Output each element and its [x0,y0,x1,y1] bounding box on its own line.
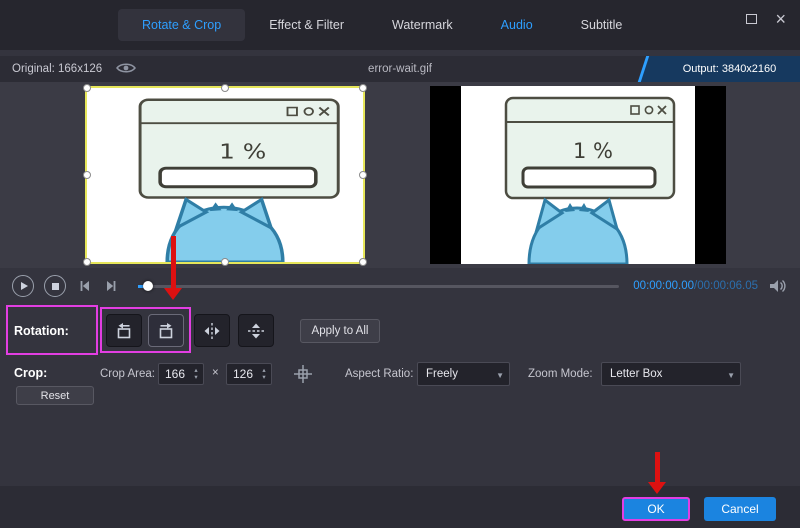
window-controls: × [746,12,786,26]
crop-preview-pane[interactable]: 1 % [85,86,365,264]
zoom-mode-value: Letter Box [610,368,662,380]
stepper-up-icon[interactable]: ▴ [194,367,197,374]
info-bar: Original: 166x126 error-wait.gif Output:… [0,56,800,82]
output-size-label: Output: 3840x2160 [645,56,800,82]
preview-eye-icon[interactable] [116,62,136,77]
crop-handle[interactable] [221,84,229,92]
flip-vertical-button[interactable] [238,314,274,347]
flip-vertical-icon [246,321,266,341]
rotation-section: Rotation: [0,304,800,358]
player-controls: 00:00:00.00/00:00:06.05 [0,268,800,304]
chevron-down-icon: ▼ [727,371,735,380]
aspect-ratio-label: Aspect Ratio: [345,368,413,380]
crop-handle[interactable] [359,84,367,92]
skip-back-icon [77,278,93,294]
output-size-badge: Output: 3840x2160 [638,56,800,82]
rotate-crop-dialog: Rotate & Crop Effect & Filter Watermark … [0,0,800,528]
volume-button[interactable] [768,278,788,294]
close-icon[interactable]: × [775,12,786,26]
crop-handle[interactable] [221,258,229,266]
rotate-left-button[interactable] [106,314,142,347]
rotate-right-button[interactable] [148,314,184,347]
seek-knob[interactable] [143,281,153,291]
tab-bar: Rotate & Crop Effect & Filter Watermark … [118,9,646,41]
multiply-sign: × [212,367,219,379]
speaker-icon [769,279,787,293]
tab-subtitle[interactable]: Subtitle [557,9,647,41]
previous-frame-button[interactable] [76,277,94,295]
time-total: /00:00:06.05 [694,280,758,292]
seek-bar[interactable] [138,285,619,288]
svg-text:1 %: 1 % [219,140,266,163]
output-preview-pane: 1 % [430,86,726,264]
play-icon [21,282,28,290]
original-size-group: Original: 166x126 [12,56,136,82]
flip-horizontal-button[interactable] [194,314,230,347]
stepper-up-icon[interactable]: ▴ [262,367,265,374]
titlebar: Rotate & Crop Effect & Filter Watermark … [0,0,800,50]
stepper-down-icon[interactable]: ▾ [262,374,265,381]
footer-bar: OK Cancel [0,486,800,528]
output-preview-image: 1 % [461,86,695,264]
time-display: 00:00:00.00/00:00:06.05 [633,280,758,292]
stop-icon [52,283,59,290]
crosshair-icon [292,363,314,385]
cancel-button[interactable]: Cancel [704,497,776,521]
stepper-down-icon[interactable]: ▾ [194,374,197,381]
maximize-icon[interactable] [746,14,757,24]
aspect-ratio-value: Freely [426,368,458,380]
crop-handle[interactable] [83,258,91,266]
play-button[interactable] [12,275,34,297]
time-current: 00:00:00.00 [633,280,694,292]
crop-handle[interactable] [83,171,91,179]
rotation-label: Rotation: [14,304,69,358]
tab-audio[interactable]: Audio [477,9,557,41]
crop-width-field: ▴ ▾ [158,363,204,385]
zoom-mode-select[interactable]: Letter Box ▼ [601,362,741,386]
zoom-mode-label: Zoom Mode: [528,368,593,380]
rotate-right-icon [156,321,176,341]
source-preview-image: 1 % [87,88,363,262]
reset-button[interactable]: Reset [16,386,94,405]
ok-button[interactable]: OK [622,497,690,521]
svg-text:1 %: 1 % [573,139,613,163]
crop-width-stepper[interactable]: ▴ ▾ [190,364,202,384]
flip-horizontal-icon [202,321,222,341]
next-frame-button[interactable] [102,277,120,295]
skip-forward-icon [103,278,119,294]
crop-height-stepper[interactable]: ▴ ▾ [258,364,270,384]
crop-label: Crop: [14,366,47,380]
crop-height-field: ▴ ▾ [226,363,272,385]
rotate-left-icon [114,321,134,341]
tab-watermark[interactable]: Watermark [368,9,477,41]
apply-to-all-button[interactable]: Apply to All [300,319,380,343]
crop-handle[interactable] [83,84,91,92]
original-size-label: Original: 166x126 [12,63,102,75]
stop-button[interactable] [44,275,66,297]
center-crop-button[interactable] [290,361,316,387]
chevron-down-icon: ▼ [496,371,504,380]
preview-stage: Original: 166x126 error-wait.gif Output:… [0,56,800,268]
aspect-ratio-select[interactable]: Freely ▼ [417,362,510,386]
crop-handle[interactable] [359,171,367,179]
crop-section: Crop: Crop Area: ▴ ▾ × ▴ ▾ Aspect Ratio: [0,360,800,388]
crop-handle[interactable] [359,258,367,266]
tab-effect-filter[interactable]: Effect & Filter [245,9,368,41]
crop-area-label: Crop Area: [100,368,155,380]
tab-rotate-crop[interactable]: Rotate & Crop [118,9,245,41]
